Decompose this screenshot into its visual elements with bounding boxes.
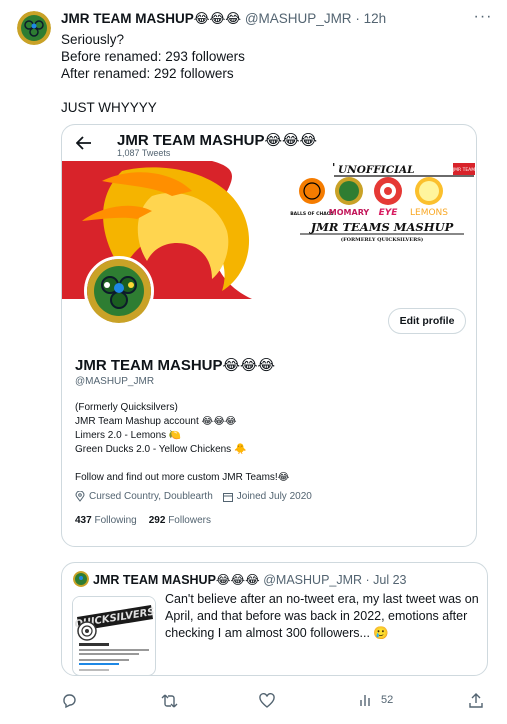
retweet-button[interactable] [161,693,178,709]
followers-label: Followers [168,515,211,526]
banner-team-1: BALLS OF CHAOS [290,211,334,217]
like-button[interactable] [259,693,275,708]
quoted-author-avatar [73,571,89,587]
banner-team-4: LEMONS [410,208,448,218]
banner-unofficial: UNOFFICIAL [338,164,415,176]
svg-text:': ' [332,161,335,174]
views-count: 52 [381,694,394,706]
following-label: Following [94,515,137,526]
quoted-date: Jul 23 [373,573,407,587]
calendar-icon [222,492,233,502]
banner-headline: JMR TEAMS MASHUP [309,220,454,234]
quoted-tweet[interactable]: JMR TEAM MASHUP😂😂😂 @MASHUP_JMR · Jul 23 … [61,562,488,676]
share-icon [469,693,483,708]
profile-bio: (Formerly Quicksilvers) JMR Team Mashup … [75,401,289,485]
bio-line [75,457,289,471]
separator-dot: · [362,573,374,587]
action-bar: 52 [61,693,491,715]
banner-subline: (FORMERLY QUICKSILVERS) [341,236,424,243]
heart-icon [259,693,275,708]
more-options-icon[interactable]: ··· [472,9,494,26]
author-handle[interactable]: @MASHUP_JMR [245,11,352,26]
author-avatar[interactable] [17,11,51,45]
profile-joined: Joined July 2020 [236,491,312,502]
edit-profile-button[interactable]: Edit profile [388,308,466,334]
back-arrow-icon [75,135,92,155]
profile-name: JMR TEAM MASHUP😂😂😂 [75,357,276,374]
profile-location: Cursed Country, Doublearth [89,491,213,502]
tweet-line: JUST WHYYYY [61,100,157,115]
author-name[interactable]: JMR TEAM MASHUP😂😂😂 [61,11,241,26]
reply-icon [63,694,76,709]
followers-count: 292 [148,515,166,526]
bio-line: JMR Team Mashup account 😂😂😂 [75,416,237,427]
followers-link[interactable]: 292 Followers [149,515,211,526]
attached-image-profile[interactable]: JMR TEAM MASHUP😂😂😂 1,087 Tweets ' UNOFFI… [61,124,477,547]
separator-dot: · [351,11,364,26]
bio-line: Follow and find out more custom JMR Team… [75,472,290,483]
quoted-thumbnail: QUICKSILVERS [72,596,156,675]
tweet-line: Before renamed: 293 followers [61,49,245,64]
tweet-count: 1,087 Tweets [117,148,171,158]
following-link[interactable]: 437 Following [75,515,137,526]
quoted-header: JMR TEAM MASHUP😂😂😂 @MASHUP_JMR · Jul 23 [93,572,407,587]
profile-handle: @MASHUP_JMR [75,376,155,387]
card-profile-title: JMR TEAM MASHUP😂😂😂 [117,132,318,149]
analytics-icon [360,695,370,706]
bio-line: Limers 2.0 - Lemons 🍋 [75,430,182,441]
banner-team-3: EYE [379,208,399,218]
tweet-line [61,82,245,99]
tweet-line: After renamed: 292 followers [61,66,234,81]
following-count: 437 [75,515,92,526]
reply-button[interactable] [61,693,77,709]
tweet-line: Seriously? [61,32,125,47]
tweet-time[interactable]: 12h [364,11,387,26]
share-button[interactable] [469,693,483,709]
location-icon [75,491,85,502]
views-button[interactable]: 52 [359,693,393,707]
quoted-author-name: JMR TEAM MASHUP😂😂😂 [93,573,260,587]
bio-line: (Formerly Quicksilvers) [75,402,178,413]
quoted-text: Can't believe after an no-tweet era, my … [165,592,479,640]
banner-tag: JMR TEAM [452,167,475,173]
banner-team-2: MOMARY [329,208,370,217]
quoted-author-handle: @MASHUP_JMR [263,573,363,587]
tweet-header: JMR TEAM MASHUP😂😂😂 @MASHUP_JMR · 12h [61,11,386,27]
follow-stats: 437 Following 292 Followers [75,515,211,526]
tweet-text: Seriously? Before renamed: 293 followers… [61,31,245,116]
retweet-icon [161,694,178,708]
profile-avatar[interactable] [84,256,154,326]
bio-line: Green Ducks 2.0 - Yellow Chickens 🐥 [75,444,247,455]
profile-meta: Cursed Country, Doublearth Joined July 2… [75,491,312,502]
